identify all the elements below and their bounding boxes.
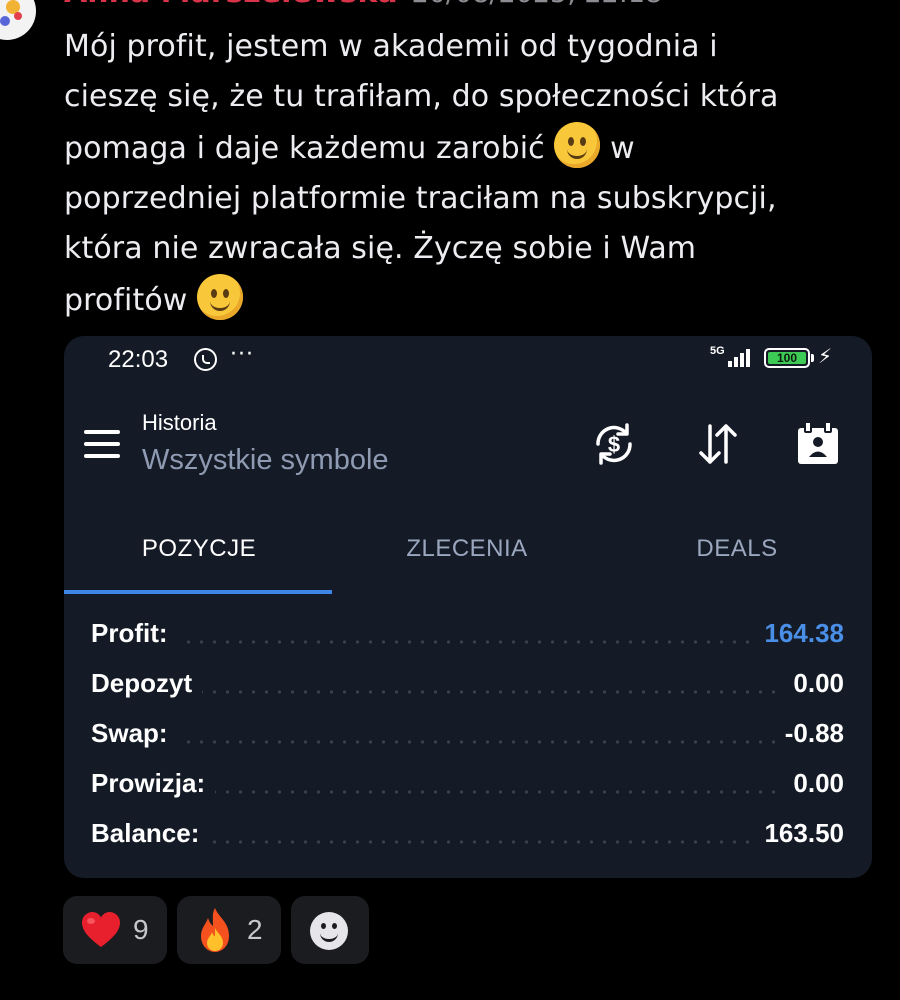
- reaction-count: 9: [133, 914, 149, 945]
- report-button[interactable]: [792, 418, 844, 470]
- summary-label: Prowizja:: [91, 768, 216, 799]
- message-fragment: w: [610, 131, 635, 166]
- message-line: pomaga i daje każdemu zarobić w: [64, 122, 864, 174]
- summary-label: Depozyt: [91, 668, 203, 699]
- menu-icon[interactable]: [84, 430, 120, 458]
- summary-value: -0.88: [774, 718, 844, 749]
- message-line: cieszę się, że tu trafiłam, do społeczno…: [64, 79, 779, 114]
- summary-label: Profit:: [91, 618, 178, 649]
- svg-text:$: $: [608, 432, 620, 457]
- summary-row-prowizja: Prowizja: 0.00: [91, 768, 844, 808]
- sync-button[interactable]: $: [588, 418, 640, 470]
- avatar-dot: [14, 12, 22, 20]
- message-fragment: profitów: [64, 283, 188, 318]
- signal-icon: [728, 349, 754, 367]
- summary-label: Swap:: [91, 718, 178, 749]
- message-text: Mój profit, jestem w akademii od tygodni…: [64, 22, 864, 326]
- battery-icon: 100: [764, 348, 810, 368]
- summary-row-swap: Swap: -0.88: [91, 718, 844, 758]
- whatsapp-icon: [194, 348, 217, 371]
- author-name[interactable]: Anna Marszelewska: [64, 0, 398, 10]
- smiling-face-icon: [197, 274, 244, 320]
- active-tab-indicator: [64, 590, 332, 594]
- currency-sync-icon: $: [596, 423, 632, 465]
- dot-leader: [91, 640, 844, 644]
- summary-row-profit: Profit: 164.38: [91, 618, 844, 658]
- avatar-dot: [0, 16, 10, 26]
- reaction-count: 2: [247, 914, 263, 945]
- reaction-fire[interactable]: 2: [177, 896, 281, 964]
- add-reaction-icon: [310, 912, 348, 950]
- summary-value: 0.00: [783, 668, 844, 699]
- dot-leader: [91, 690, 844, 694]
- summary-row-balance: Balance: 163.50: [91, 818, 844, 858]
- message-fragment: pomaga i daje każdemu zarobić: [64, 131, 545, 166]
- sort-arrows-icon: [699, 424, 737, 464]
- message-header: Anna Marszelewska 20/08/2025, 22:18: [64, 0, 662, 9]
- message-timestamp: 20/08/2025, 22:18: [412, 0, 663, 9]
- summary-value: 164.38: [754, 618, 844, 649]
- report-icon: [798, 421, 838, 464]
- summary-value: 163.50: [754, 818, 844, 849]
- smiling-face-icon: [554, 122, 601, 168]
- message-line: profitów: [64, 274, 864, 326]
- battery-level: 100: [768, 352, 806, 365]
- charging-icon: ⚡: [818, 344, 833, 368]
- reaction-heart[interactable]: 9: [63, 896, 167, 964]
- symbol-filter[interactable]: Wszystkie symbole: [142, 444, 389, 477]
- tab-bar: POZYCJE ZLECENIA DEALS: [64, 508, 872, 596]
- status-time: 22:03: [108, 346, 169, 373]
- tab-deals[interactable]: DEALS: [602, 508, 872, 592]
- add-reaction-button[interactable]: [291, 896, 369, 964]
- toolbar: Historia Wszystkie symbole $: [64, 396, 872, 496]
- message-line: poprzedniej platformie traciłam na subsk…: [64, 181, 777, 216]
- status-bar: 22:03 ··· 5G 100 ⚡: [64, 336, 872, 384]
- attached-screenshot[interactable]: 22:03 ··· 5G 100 ⚡ Historia Wszystkie sy…: [64, 336, 872, 878]
- tab-pozycje[interactable]: POZYCJE: [64, 508, 334, 592]
- battery-cap: [811, 354, 814, 362]
- summary-row-depozyt: Depozyt 0.00: [91, 668, 844, 708]
- fire-icon: [201, 908, 229, 952]
- network-type: 5G: [710, 345, 725, 357]
- summary-value: 0.00: [783, 768, 844, 799]
- message-line: która nie zwracała się. Życzę sobie i Wa…: [64, 231, 697, 266]
- dot-leader: [91, 740, 844, 744]
- more-notifications-icon: ···: [230, 342, 254, 367]
- tab-zlecenia[interactable]: ZLECENIA: [332, 508, 602, 592]
- avatar[interactable]: [0, 0, 36, 40]
- heart-icon: [82, 912, 120, 947]
- message-line: Mój profit, jestem w akademii od tygodni…: [64, 29, 718, 64]
- page-title: Historia: [142, 410, 217, 435]
- sort-button[interactable]: [692, 418, 744, 470]
- summary-label: Balance:: [91, 818, 210, 849]
